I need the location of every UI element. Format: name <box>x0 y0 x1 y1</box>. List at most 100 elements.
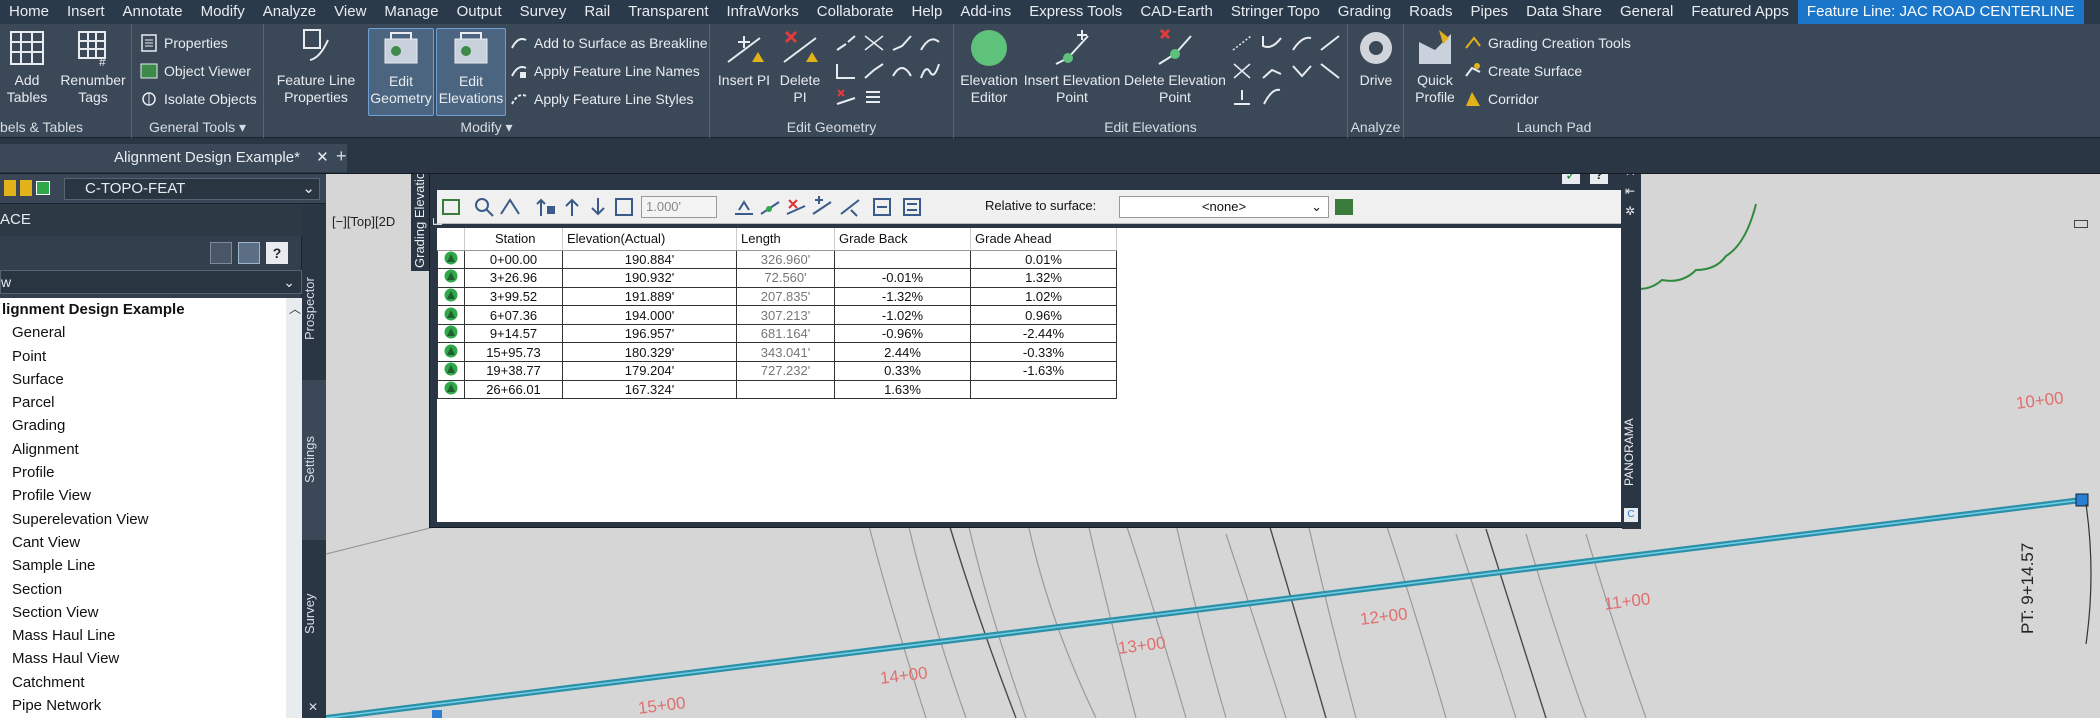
grid-station-cell[interactable]: 9+14.57 <box>464 323 563 344</box>
tree-item[interactable]: Surface <box>0 368 286 391</box>
grid-grade-ahead-cell[interactable]: -0.33% <box>970 342 1117 363</box>
tree-item[interactable]: Mass Haul View <box>0 647 286 670</box>
raise-lower-icon[interactable] <box>1230 60 1254 82</box>
grid-grade-back-cell[interactable]: 1.63% <box>834 379 971 400</box>
alignment-grip-start[interactable] <box>432 710 442 718</box>
grid-length-cell[interactable]: 681.164' <box>736 323 835 344</box>
tree-item[interactable]: Mass Haul Line <box>0 624 286 647</box>
grid-length-cell[interactable]: 343.041' <box>736 342 835 363</box>
tree-item[interactable]: Parcel <box>0 391 286 414</box>
grade-icon[interactable] <box>839 196 861 218</box>
grid-station-cell[interactable]: 0+00.00 <box>464 249 563 270</box>
menu-item[interactable]: Grading <box>1329 0 1400 24</box>
menu-item[interactable]: InfraWorks <box>718 0 808 24</box>
menu-item[interactable]: Home <box>0 0 58 24</box>
close-icon[interactable]: ✕ <box>316 149 329 166</box>
menu-item[interactable]: Analyze <box>254 0 325 24</box>
grid-elevation-cell[interactable]: 190.884' <box>562 249 737 270</box>
create-surface-button[interactable]: Create Surface <box>1464 60 1582 82</box>
insert-pi-button[interactable]: Insert PI <box>716 28 772 89</box>
grid-length-cell[interactable]: 727.232' <box>736 361 835 381</box>
menu-item[interactable]: Express Tools <box>1020 0 1131 24</box>
grid-grade-ahead-cell[interactable]: 1.32% <box>970 268 1117 288</box>
menu-item[interactable]: Roads <box>1400 0 1461 24</box>
fillet-elevation-icon[interactable] <box>1260 86 1284 108</box>
item-view-icon[interactable] <box>238 242 260 264</box>
view-label[interactable]: [−][Top][2D <box>332 214 395 229</box>
panel-title-general-tools[interactable]: General Tools ▾ <box>132 118 263 136</box>
grid-grade-back-cell[interactable]: 0.33% <box>834 361 971 381</box>
edit-curve-icon[interactable] <box>834 60 858 82</box>
join-icon[interactable] <box>890 32 914 54</box>
grid-length-cell[interactable]: 326.960' <box>736 249 835 270</box>
panorama-app-icon[interactable]: C <box>1624 508 1638 522</box>
grid-length-cell[interactable]: 207.835' <box>736 286 835 307</box>
row-flag-cell[interactable] <box>437 268 465 288</box>
grid-row[interactable]: 0+00.00 190.884' 326.960' 0.01% <box>437 249 1117 270</box>
grid-grade-ahead-cell[interactable] <box>970 379 1117 400</box>
grid-length-cell[interactable]: 72.560' <box>736 268 835 288</box>
toolspace-view-select[interactable]: w ⌄ <box>0 270 302 294</box>
properties-button[interactable]: Properties <box>140 32 228 54</box>
tree-item[interactable]: Profile <box>0 461 286 484</box>
layer-dropdown[interactable]: C-TOPO-FEAT ⌄ <box>64 178 320 200</box>
grid-length-cell[interactable] <box>736 379 835 400</box>
grid-header-grade-back[interactable]: Grade Back <box>834 228 971 251</box>
grid-grade-back-cell[interactable]: -0.01% <box>834 268 971 288</box>
apply-names-button[interactable]: Apply Feature Line Names <box>510 60 700 82</box>
lock-icon[interactable] <box>20 180 32 196</box>
row-flag-cell[interactable] <box>437 323 465 344</box>
grid-elevation-cell[interactable]: 194.000' <box>562 305 737 325</box>
feature-line-properties-button[interactable]: Feature Line Properties <box>274 28 358 106</box>
row-flag-cell[interactable] <box>437 361 465 381</box>
relative-surface-select[interactable]: <none> ⌄ <box>1119 196 1329 218</box>
grid-grade-ahead-cell[interactable]: -2.44% <box>970 323 1117 344</box>
grid-row[interactable]: 9+14.57 196.957' 681.164' -0.96% -2.44% <box>437 323 1117 344</box>
auto-hide-icon[interactable]: ⇤ <box>1625 184 1635 198</box>
raise-incremental-icon[interactable] <box>1318 60 1342 82</box>
row-flag-cell[interactable] <box>437 305 465 325</box>
grid-station-cell[interactable]: 19+38.77 <box>464 361 563 381</box>
menu-item[interactable]: Stringer Topo <box>1222 0 1329 24</box>
toggle-increment-icon[interactable] <box>613 196 635 218</box>
set-grade-icon[interactable] <box>1260 32 1284 54</box>
fit-curve-icon[interactable] <box>890 60 914 82</box>
toggle-view-icon[interactable] <box>210 242 232 264</box>
layer-color-icon[interactable] <box>36 181 50 195</box>
reverse-icon[interactable] <box>918 32 942 54</box>
drive-button[interactable]: Drive <box>1354 28 1398 89</box>
grid-grade-back-cell[interactable]: -0.96% <box>834 323 971 344</box>
tab-settings[interactable]: Settings <box>302 380 326 540</box>
tree-item[interactable]: Pipe Network <box>0 694 286 717</box>
settings-icon[interactable]: ✲ <box>1625 204 1635 218</box>
menu-item[interactable]: Survey <box>511 0 576 24</box>
tree-item[interactable]: Profile View <box>0 484 286 507</box>
grid-elevation-cell[interactable]: 191.889' <box>562 286 737 307</box>
grid-elevation-cell[interactable]: 190.932' <box>562 268 737 288</box>
grid-grade-back-cell[interactable]: -1.02% <box>834 305 971 325</box>
grid-header-station[interactable]: Station <box>464 228 563 251</box>
delete-elevation-tool-icon[interactable] <box>785 196 807 218</box>
delete-elevation-point-button[interactable]: Delete Elevation Point <box>1122 28 1228 106</box>
grid-station-cell[interactable]: 6+07.36 <box>464 305 563 325</box>
add-breakline-button[interactable]: Add to Surface as Breakline <box>510 32 708 54</box>
tree-item[interactable]: Superelevation View <box>0 508 286 531</box>
document-tab[interactable]: Alignment Design Example* ✕ <box>0 144 347 172</box>
row-flag-cell[interactable] <box>437 249 465 270</box>
elevations-from-surface-tool-icon[interactable] <box>811 196 833 218</box>
lower-incrementally-icon[interactable] <box>587 196 609 218</box>
help-icon[interactable]: ? <box>1590 174 1608 184</box>
break-icon[interactable] <box>834 32 858 54</box>
grid-station-cell[interactable]: 3+26.96 <box>464 268 563 288</box>
grid-row[interactable]: 3+99.52 191.889' 207.835' -1.32% 1.02% <box>437 286 1117 307</box>
insert-elevation-point-button[interactable]: Insert Elevation Point <box>1022 28 1122 106</box>
tree-item[interactable]: Catchment <box>0 671 286 694</box>
renumber-tags-button[interactable]: # Renumber Tags <box>58 28 128 106</box>
menu-item[interactable]: View <box>325 0 375 24</box>
grid-elevation-cell[interactable]: 167.324' <box>562 379 737 400</box>
tree-item[interactable]: Point <box>0 345 286 368</box>
close-icon[interactable]: ✕ <box>308 700 318 714</box>
tree-item[interactable]: Sample Line <box>0 554 286 577</box>
isolate-objects-button[interactable]: Isolate Objects <box>140 88 257 110</box>
tree-item[interactable]: Alignment <box>0 438 286 461</box>
